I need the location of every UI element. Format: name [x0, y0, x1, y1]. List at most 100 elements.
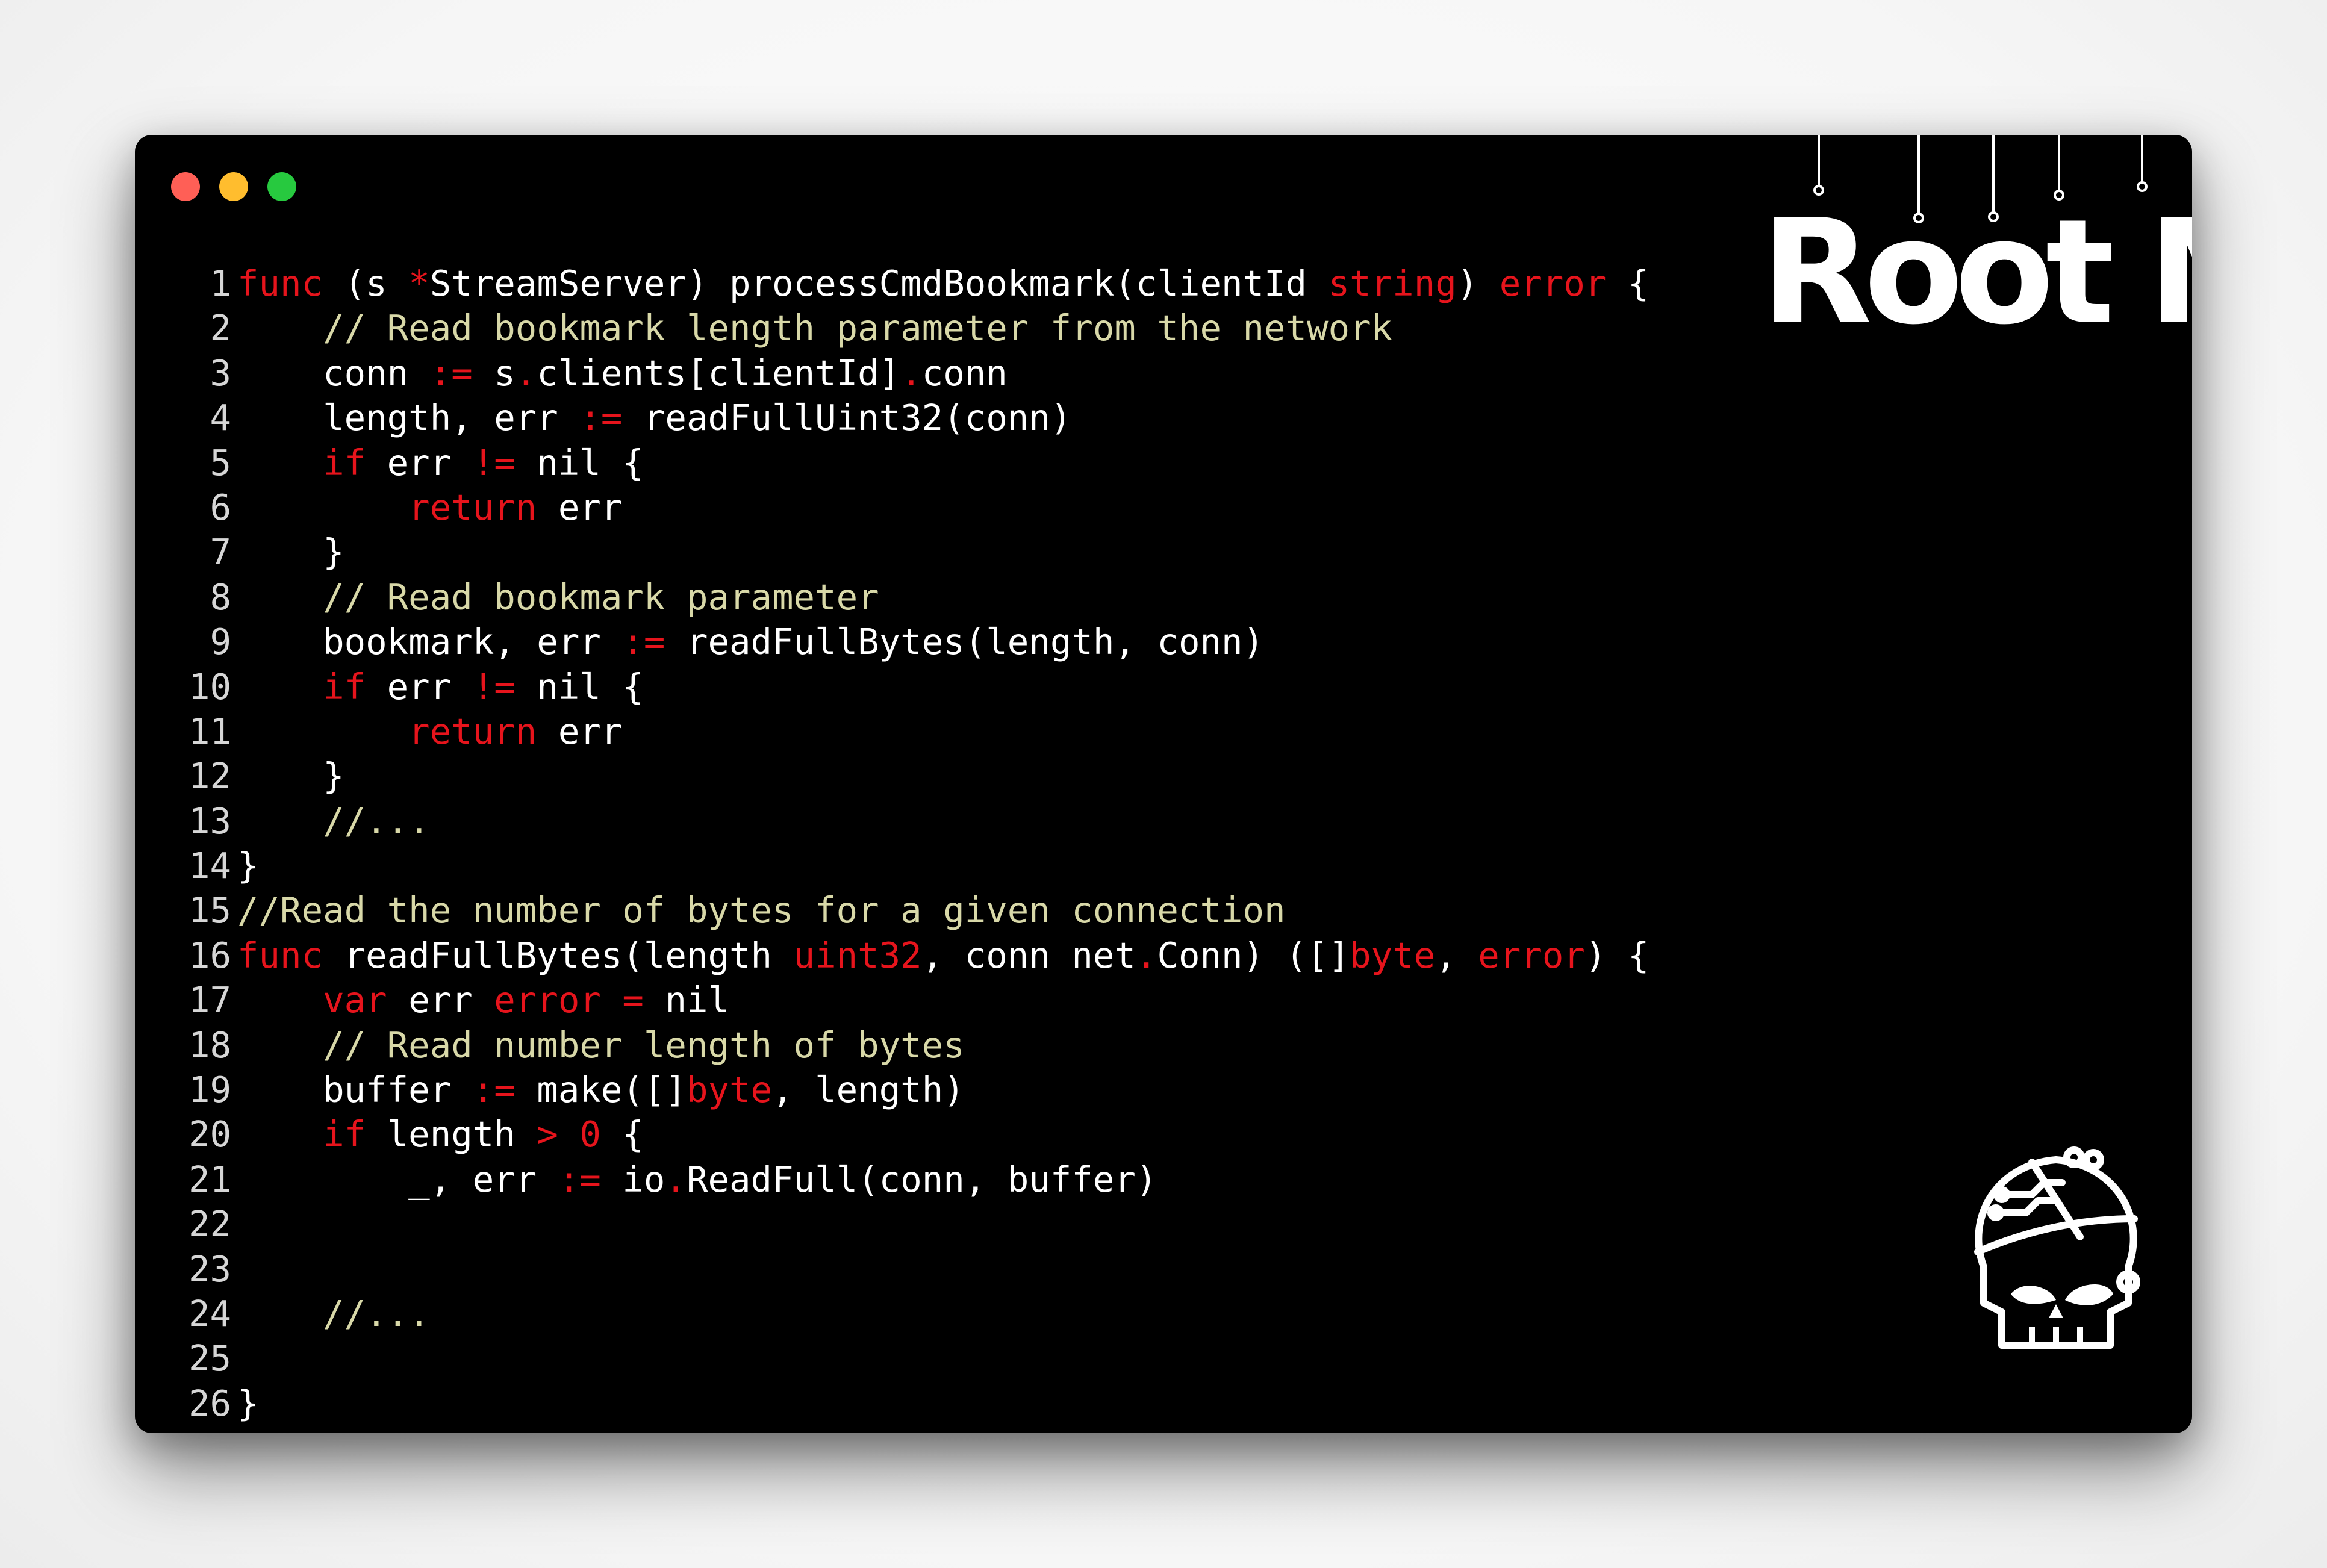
code-text: } [237, 531, 344, 573]
code-comment: // Read number length of bytes [323, 1024, 965, 1066]
code-text: , [1435, 934, 1478, 976]
line-number: 12 [188, 755, 231, 797]
code-text: conn [237, 352, 430, 394]
maximize-window-button[interactable] [267, 172, 296, 201]
code-keyword: != [472, 665, 516, 708]
code-keyword: uint32 [793, 934, 922, 976]
line-number: 8 [210, 576, 231, 618]
code-keyword: > [537, 1113, 558, 1156]
code-text: _, err [237, 1158, 558, 1200]
code-keyword: . [665, 1158, 687, 1200]
code-text: err [537, 486, 623, 528]
close-window-button[interactable] [171, 172, 200, 201]
minimize-window-button[interactable] [219, 172, 248, 201]
code-line: 25 [171, 1336, 1649, 1381]
code-text: readFullUint32(conn) [622, 397, 1072, 439]
line-number: 1 [210, 263, 231, 304]
code-text: nil { [515, 665, 644, 708]
code-text: readFullBytes(length, conn) [665, 621, 1265, 663]
line-number: 7 [210, 531, 231, 573]
line-number: 15 [188, 889, 231, 932]
line-number: 16 [188, 934, 231, 976]
code-comment: //Read the number of bytes for a given c… [237, 889, 1286, 932]
code-keyword: . [515, 352, 537, 394]
code-line: 19 buffer := make([]byte, length) [171, 1068, 1649, 1112]
code-keyword: := [622, 621, 665, 663]
code-text: } [237, 1382, 259, 1424]
code-keyword: * [408, 263, 430, 304]
code-line: 20 if length > 0 { [171, 1112, 1649, 1157]
code-keyword: string [1328, 263, 1457, 304]
code-keyword: error [494, 979, 601, 1021]
code-text: err [387, 979, 494, 1021]
code-line: 16 func readFullBytes(length uint32, conn… [171, 933, 1649, 978]
code-text: buffer [237, 1069, 473, 1111]
code-comment: // Read bookmark parameter [323, 576, 879, 618]
code-line: 14} [171, 844, 1649, 888]
code-keyword: = [622, 979, 644, 1021]
code-keyword: := [558, 1158, 601, 1200]
line-number: 19 [188, 1069, 231, 1111]
code-keyword: error [1478, 934, 1585, 976]
code-line: 5 if err != nil { [171, 441, 1649, 485]
code-text: } [237, 845, 259, 887]
code-text: , conn net [921, 934, 1136, 976]
code-comment: //... [323, 800, 430, 842]
code-text: (s [323, 263, 409, 304]
code-keyword: if [323, 441, 366, 484]
line-number: 6 [210, 486, 231, 528]
code-text: Conn) ([] [1157, 934, 1350, 976]
code-keyword: if [323, 1113, 366, 1156]
code-text: StreamServer) processCmdBookmark(clientI… [429, 263, 1329, 304]
line-number: 3 [210, 352, 231, 394]
line-number: 24 [188, 1292, 231, 1334]
code-keyword: error [1499, 263, 1607, 304]
code-line: 17 var err error = nil [171, 978, 1649, 1022]
root-me-logo-text: Root Me [1761, 188, 2192, 356]
code-keyword: := [429, 352, 473, 394]
line-number: 5 [210, 441, 231, 484]
code-keyword: byte [1350, 934, 1436, 976]
code-comment: //... [323, 1292, 430, 1334]
line-number: 20 [188, 1113, 231, 1156]
code-line: 15//Read the number of bytes for a given… [171, 888, 1649, 933]
root-me-logo: Root Me [1761, 135, 2192, 356]
skull-brain-circuit-icon [1974, 1146, 2140, 1349]
code-keyword: . [900, 352, 922, 394]
code-line: 22 [171, 1202, 1649, 1246]
code-text: make([] [515, 1069, 687, 1111]
code-text: ) { [1584, 934, 1649, 976]
code-text: err [537, 710, 623, 752]
code-text: { [600, 1113, 644, 1156]
code-line: 1 func (s *StreamServer) processCmdBookma… [171, 261, 1649, 306]
code-line: 4 length, err := readFullUint32(conn) [171, 396, 1649, 440]
code-keyword: := [579, 397, 623, 439]
code-window: 1 func (s *StreamServer) processCmdBookma… [135, 135, 2192, 1433]
code-text: io [600, 1158, 665, 1200]
line-number: 4 [210, 397, 231, 439]
code-keyword: return [408, 486, 537, 528]
line-number: 25 [188, 1337, 231, 1380]
code-line: 13 //... [171, 799, 1649, 844]
code-line: 8 // Read bookmark parameter [171, 575, 1649, 620]
code-text: bookmark, err [237, 621, 623, 663]
line-number: 22 [188, 1203, 231, 1245]
code-line: 6 return err [171, 485, 1649, 530]
code-block: 1 func (s *StreamServer) processCmdBookma… [171, 261, 1649, 1426]
code-keyword: := [472, 1069, 516, 1111]
code-line: 9 bookmark, err := readFullBytes(length,… [171, 620, 1649, 664]
code-comment: // Read bookmark length parameter from t… [323, 307, 1393, 349]
line-number: 18 [188, 1024, 231, 1066]
code-keyword: if [323, 665, 366, 708]
code-keyword: return [408, 710, 537, 752]
line-number: 9 [210, 621, 231, 663]
code-line: 26} [171, 1381, 1649, 1426]
